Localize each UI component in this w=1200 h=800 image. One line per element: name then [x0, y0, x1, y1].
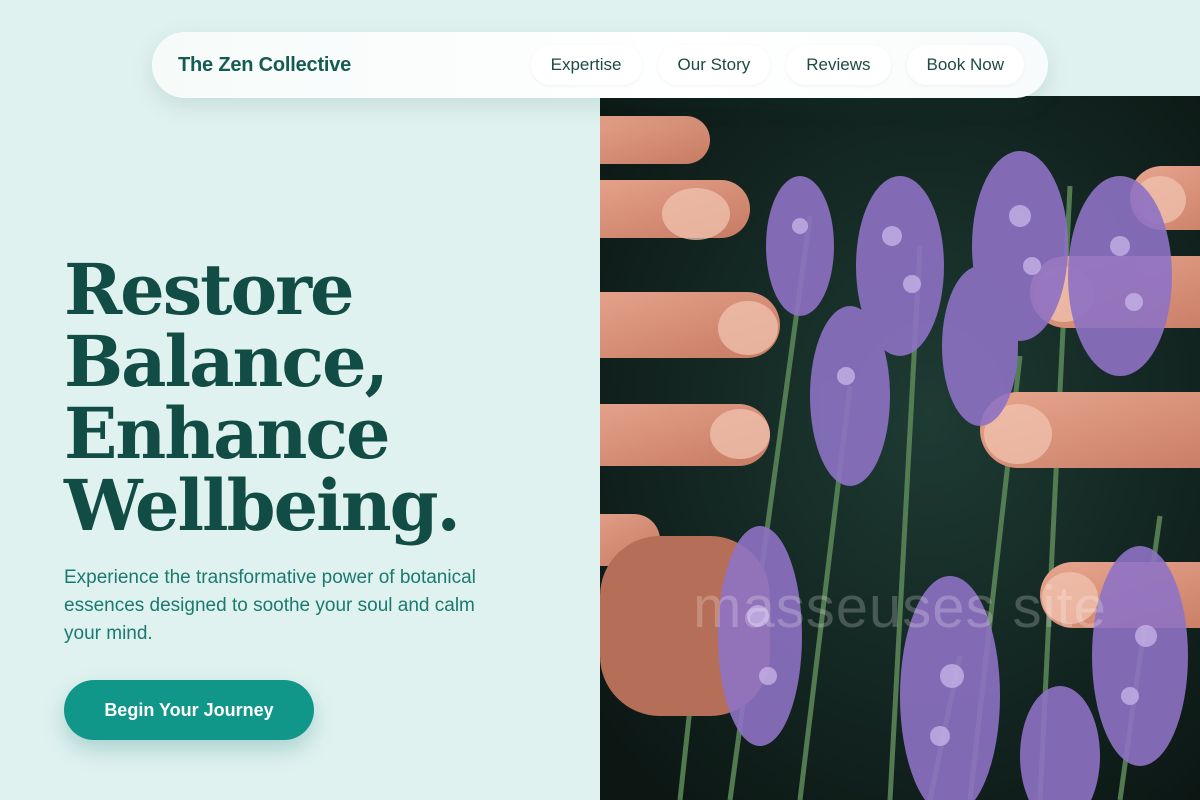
hero-subtitle: Experience the transformative power of b…	[64, 567, 476, 644]
nav-link-reviews[interactable]: Reviews	[786, 45, 891, 85]
nav-link-expertise[interactable]: Expertise	[530, 45, 642, 85]
nav-links: Expertise Our Story Reviews Book Now	[530, 45, 1024, 85]
hero-title-line: Balance,	[64, 320, 389, 403]
hero-image: masseuses site	[600, 96, 1200, 800]
begin-journey-button[interactable]: Begin Your Journey	[64, 680, 314, 740]
navbar: The Zen Collective Expertise Our Story R…	[152, 32, 1048, 98]
image-watermark: masseuses site	[693, 575, 1107, 640]
hero-title-line: Enhance	[64, 392, 391, 475]
hero-title-line: Wellbeing.	[64, 464, 461, 547]
hero-title: Restore Balance, Enhance Wellbeing.	[64, 248, 461, 547]
nav-link-book-now[interactable]: Book Now	[906, 45, 1024, 85]
brand-logo[interactable]: The Zen Collective	[178, 54, 351, 77]
nav-link-our-story[interactable]: Our Story	[657, 45, 771, 85]
hero-title-line: Restore	[64, 248, 355, 331]
